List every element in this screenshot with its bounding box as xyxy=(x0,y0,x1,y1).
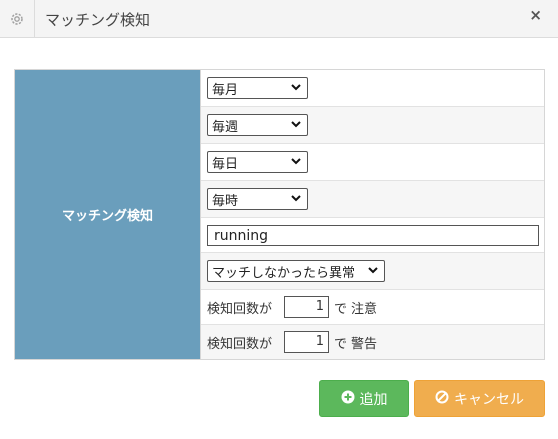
warning-level: 警告 xyxy=(351,337,378,352)
form-table: マッチング検知 毎月 毎週 毎日 毎時 running マッチしなかったら異常 … xyxy=(14,69,545,360)
close-icon[interactable]: × xyxy=(529,6,542,24)
caution-level: 注意 xyxy=(351,302,378,317)
month-select[interactable]: 毎月 xyxy=(207,77,308,99)
week-select[interactable]: 毎週 xyxy=(207,114,308,136)
plus-circle-icon xyxy=(341,390,355,408)
row-hour: 毎時 xyxy=(201,181,544,218)
condition-select[interactable]: マッチしなかったら異常 xyxy=(207,260,385,282)
caution-prefix: 検知回数が xyxy=(207,302,273,317)
dialog-title: マッチング検知 xyxy=(45,11,151,29)
chevron-down-icon xyxy=(291,154,301,172)
warning-count-input[interactable]: 1 xyxy=(284,331,329,353)
warning-prefix: 検知回数が xyxy=(207,337,273,352)
chevron-down-icon xyxy=(368,263,378,281)
row-week: 毎週 xyxy=(201,107,544,144)
caution-count-input[interactable]: 1 xyxy=(284,296,329,318)
row-warning: 検知回数が 1 で 警告 xyxy=(201,325,544,359)
hour-select-value: 毎時 xyxy=(212,193,239,209)
pattern-input[interactable]: running xyxy=(207,225,539,246)
day-select-value: 毎日 xyxy=(212,156,239,172)
row-caution: 検知回数が 1 で 注意 xyxy=(201,290,544,325)
row-condition: マッチしなかったら異常 xyxy=(201,253,544,290)
hour-select[interactable]: 毎時 xyxy=(207,188,308,210)
row-pattern: running xyxy=(201,218,544,253)
dialog-titlebar: マッチング検知 × xyxy=(0,0,558,38)
cancel-button[interactable]: キャンセル xyxy=(414,380,545,417)
cancel-button-label: キャンセル xyxy=(454,391,524,408)
day-select[interactable]: 毎日 xyxy=(207,151,308,173)
condition-select-value: マッチしなかったら異常 xyxy=(212,265,356,281)
chevron-down-icon xyxy=(291,191,301,209)
row-month: 毎月 xyxy=(201,70,544,107)
ban-icon xyxy=(435,390,449,408)
week-select-value: 毎週 xyxy=(212,119,239,135)
gear-icon xyxy=(0,0,35,38)
add-button-label: 追加 xyxy=(359,391,388,408)
chevron-down-icon xyxy=(291,117,301,135)
section-label: マッチング検知 xyxy=(15,70,201,359)
warning-connector: で xyxy=(334,337,348,352)
month-select-value: 毎月 xyxy=(212,82,239,98)
caution-connector: で xyxy=(334,302,348,317)
add-button[interactable]: 追加 xyxy=(319,380,409,417)
chevron-down-icon xyxy=(291,80,301,98)
row-day: 毎日 xyxy=(201,144,544,181)
